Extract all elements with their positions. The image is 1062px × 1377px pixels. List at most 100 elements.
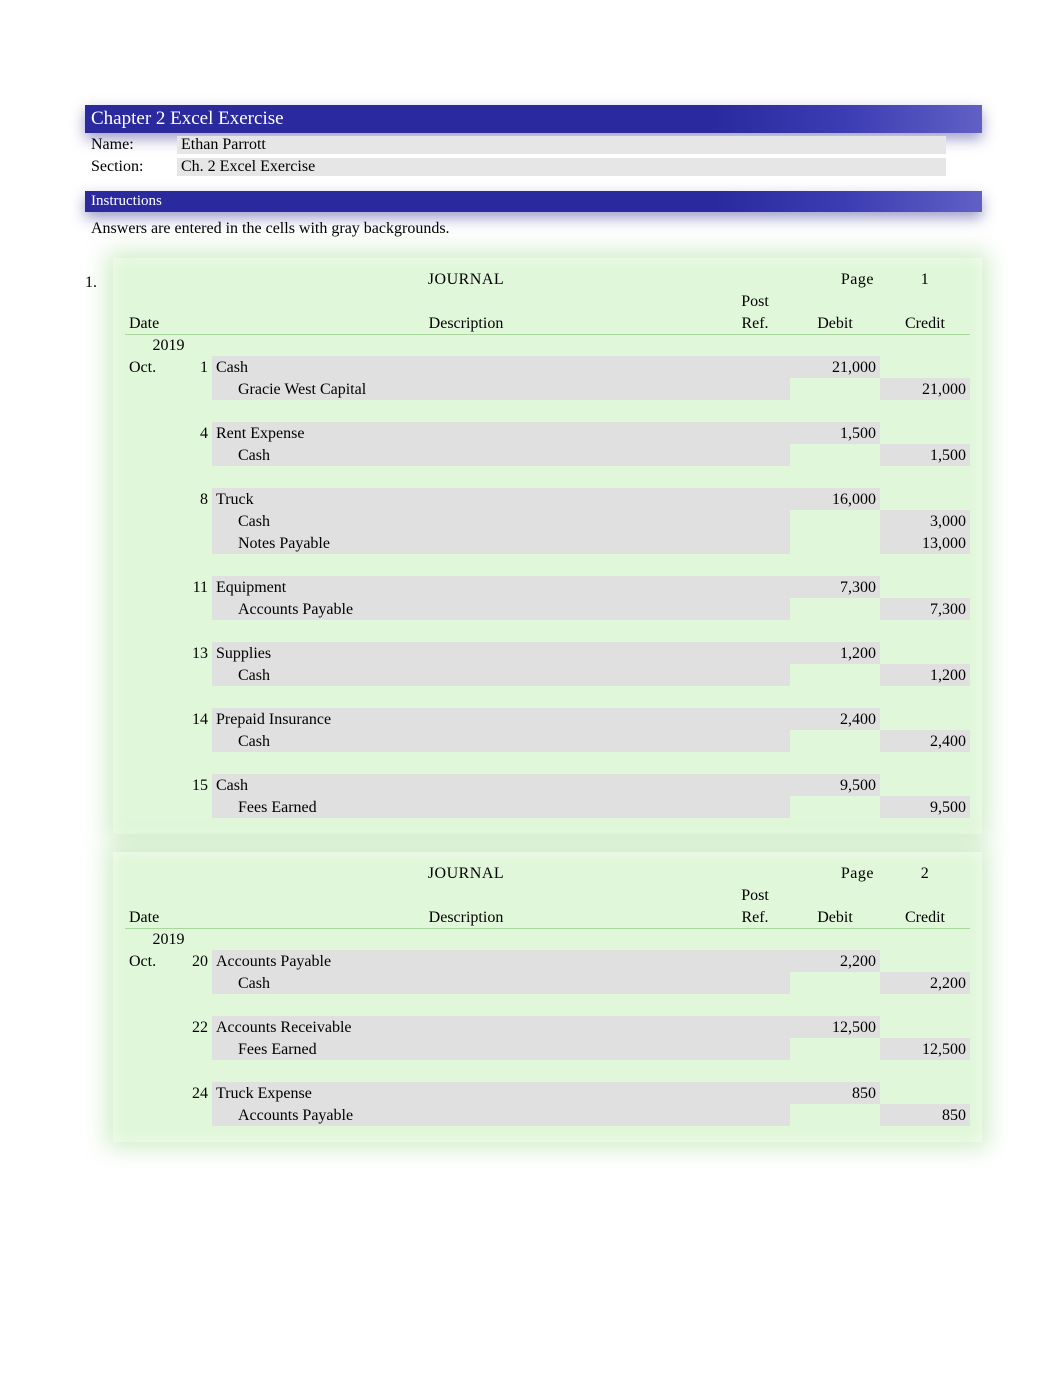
entry-credit[interactable]: 2,200 [880,972,970,994]
entry-credit [880,488,970,510]
entry-postref[interactable] [720,950,790,972]
entry-postref[interactable] [720,730,790,752]
entry-postref[interactable] [720,1082,790,1104]
entry-debit[interactable]: 12,500 [790,1016,880,1038]
col-postref: Ref. [720,312,790,334]
entry-credit [880,356,970,378]
entry-description[interactable]: Cash [212,444,720,466]
entry-description[interactable]: Truck [212,488,720,510]
entry-debit[interactable]: 21,000 [790,356,880,378]
entry-postref[interactable] [720,774,790,796]
entry-credit[interactable]: 21,000 [880,378,970,400]
entry-description[interactable]: Cash [212,664,720,686]
section-label: Section: [91,158,177,176]
entry-month: Oct. [125,356,180,378]
entry-day [180,972,212,994]
entry-postref[interactable] [720,576,790,598]
entry-month [125,576,180,598]
entry-description[interactable]: Fees Earned [212,1038,720,1060]
entry-postref[interactable] [720,664,790,686]
entry-day: 1 [180,356,212,378]
entry-day: 24 [180,1082,212,1104]
entry-description[interactable]: Prepaid Insurance [212,708,720,730]
entry-description[interactable]: Cash [212,730,720,752]
entry-debit[interactable]: 7,300 [790,576,880,598]
entry-postref[interactable] [720,972,790,994]
entry-description[interactable]: Accounts Payable [212,950,720,972]
entry-debit[interactable]: 1,200 [790,642,880,664]
entry-description[interactable]: Rent Expense [212,422,720,444]
entry-day [180,378,212,400]
entry-postref[interactable] [720,356,790,378]
entry-postref[interactable] [720,1038,790,1060]
entry-description[interactable]: Cash [212,510,720,532]
journal-entry-line: 13Supplies1,200 [125,642,970,664]
entry-postref[interactable] [720,1104,790,1126]
entry-debit [790,532,880,554]
entry-postref[interactable] [720,510,790,532]
section-value[interactable]: Ch. 2 Excel Exercise [177,158,946,176]
entry-postref[interactable] [720,444,790,466]
entry-credit [880,774,970,796]
entry-day: 11 [180,576,212,598]
entry-postref[interactable] [720,796,790,818]
entry-debit[interactable]: 9,500 [790,774,880,796]
col-postref-top: Post [720,290,790,312]
section-row: Section: Ch. 2 Excel Exercise [85,155,982,177]
entry-postref[interactable] [720,642,790,664]
entry-credit[interactable]: 3,000 [880,510,970,532]
entry-postref[interactable] [720,422,790,444]
entry-month [125,1038,180,1060]
entry-description[interactable]: Accounts Payable [212,598,720,620]
entry-credit[interactable]: 2,400 [880,730,970,752]
entry-postref[interactable] [720,598,790,620]
journal-entry-line: 22Accounts Receivable12,500 [125,1016,970,1038]
journal-entry-line: 15Cash9,500 [125,774,970,796]
entry-credit[interactable]: 13,000 [880,532,970,554]
entry-description[interactable]: Cash [212,972,720,994]
entry-description[interactable]: Accounts Receivable [212,1016,720,1038]
entry-postref[interactable] [720,1016,790,1038]
journal-entry-line: Fees Earned 12,500 [125,1038,970,1060]
entry-postref[interactable] [720,708,790,730]
entry-month [125,730,180,752]
entry-description[interactable]: Accounts Payable [212,1104,720,1126]
entry-debit[interactable]: 850 [790,1082,880,1104]
col-credit: Credit [880,312,970,334]
entry-day: 20 [180,950,212,972]
entry-month [125,444,180,466]
entry-credit[interactable]: 850 [880,1104,970,1126]
entry-description[interactable]: Cash [212,356,720,378]
entry-credit[interactable]: 1,500 [880,444,970,466]
journal-entry-line: Cash 3,000 [125,510,970,532]
name-value[interactable]: Ethan Parrott [177,136,946,154]
entry-credit[interactable]: 1,200 [880,664,970,686]
entry-postref[interactable] [720,378,790,400]
journal-entry-line: 11Equipment 7,300 [125,576,970,598]
entry-debit [790,510,880,532]
entry-debit[interactable]: 2,200 [790,950,880,972]
journal-entry-line: Fees Earned 9,500 [125,796,970,818]
entry-debit[interactable]: 2,400 [790,708,880,730]
journal-entry-line: Accounts Payable 7,300 [125,598,970,620]
entry-description[interactable]: Truck Expense [212,1082,720,1104]
entry-debit[interactable]: 1,500 [790,422,880,444]
entry-description[interactable]: Fees Earned [212,796,720,818]
entry-description[interactable]: Cash [212,774,720,796]
entry-credit [880,422,970,444]
entry-debit[interactable]: 16,000 [790,488,880,510]
entry-day [180,796,212,818]
journal-entry-line: 8Truck16,000 [125,488,970,510]
entry-debit [790,444,880,466]
entry-description[interactable]: Equipment [212,576,720,598]
entry-postref[interactable] [720,488,790,510]
entry-month [125,708,180,730]
entry-description[interactable]: Gracie West Capital [212,378,720,400]
entry-postref[interactable] [720,532,790,554]
entry-month [125,422,180,444]
entry-credit[interactable]: 7,300 [880,598,970,620]
entry-credit[interactable]: 9,500 [880,796,970,818]
entry-description[interactable]: Notes Payable [212,532,720,554]
entry-credit[interactable]: 12,500 [880,1038,970,1060]
entry-description[interactable]: Supplies [212,642,720,664]
